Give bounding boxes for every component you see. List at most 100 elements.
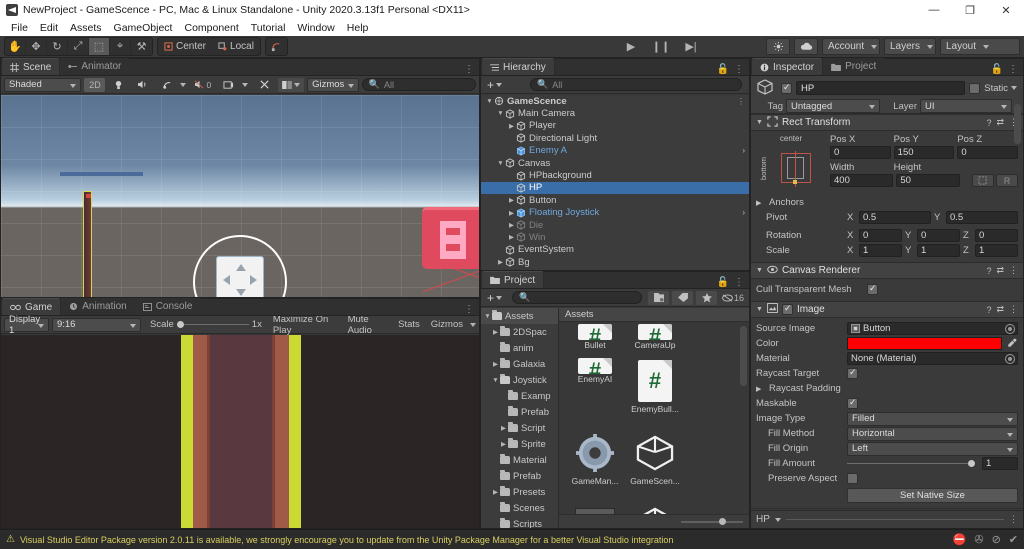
ready-check-icon[interactable]: ✔ xyxy=(1009,533,1018,546)
project-add-button[interactable]: + xyxy=(484,291,505,305)
move-tool-icon[interactable]: ✥ xyxy=(26,38,47,55)
hierarchy-item-floating-joystick[interactable]: ▶ Floating Joystick › xyxy=(481,207,749,219)
step-button[interactable]: ▶| xyxy=(676,38,706,55)
fill-method-dropdown[interactable]: Horizontal xyxy=(847,426,1018,441)
collapse-twisty-icon[interactable]: ▶ xyxy=(507,122,516,130)
asset-item[interactable]: Laser_Sho... xyxy=(567,502,623,514)
object-picker-icon[interactable] xyxy=(1005,324,1015,334)
hierarchy-item-enemy-a[interactable]: Enemy A › xyxy=(481,145,749,157)
asset-item[interactable]: # CameraUp xyxy=(627,324,683,356)
rotate-tool-icon[interactable]: ↻ xyxy=(47,38,68,55)
preset-icon[interactable]: ⇄ xyxy=(996,304,1004,315)
project-folder-2dspac[interactable]: ▶ 2DSpac xyxy=(481,324,558,340)
chevron-down-icon[interactable] xyxy=(470,322,476,327)
collapse-twisty-icon[interactable]: ▶ xyxy=(507,221,516,229)
custom-tool-icon[interactable]: ⚒ xyxy=(131,38,152,55)
scene-audio-count[interactable]: 0 xyxy=(189,78,215,92)
hierarchy-item-player[interactable]: ▶ Player xyxy=(481,120,749,132)
cull-transparent-mesh-checkbox[interactable] xyxy=(867,283,878,295)
asset-item[interactable]: # EnemyAI xyxy=(567,358,623,390)
preserve-aspect-checkbox[interactable] xyxy=(847,473,858,484)
expand-twisty-icon[interactable]: ▼ xyxy=(491,377,500,384)
scene-fx-icon[interactable] xyxy=(156,78,177,92)
hierarchy-item-main-camera[interactable]: ▼ Main Camera xyxy=(481,107,749,119)
game-viewport[interactable] xyxy=(1,335,479,528)
asset-items-container[interactable]: # Bullet # CameraUp # EnemyAI # EnemyBull... Gam… xyxy=(559,322,749,514)
project-hidden-count[interactable]: 16 xyxy=(720,291,746,305)
project-folder-joystick[interactable]: ▼ Joystick xyxy=(481,372,558,388)
component-menu-icon[interactable]: ⋮ xyxy=(1009,304,1018,315)
collapse-twisty-icon[interactable]: ▶ xyxy=(499,440,508,448)
scene-tools-icon[interactable] xyxy=(254,78,275,92)
help-icon[interactable]: ? xyxy=(986,266,991,276)
project-folder-material[interactable]: Material xyxy=(481,452,558,468)
project-folder-tree[interactable]: ▼ Assets ▶ 2DSpac anim ▶ Galaxia ▼ Joystick Exam… xyxy=(481,308,559,528)
collapse-twisty-icon[interactable]: ▶ xyxy=(491,488,500,496)
transform-tool-icon[interactable]: ⌖ xyxy=(110,38,131,55)
layers-dropdown[interactable]: Layers xyxy=(884,38,936,55)
grid-snap-icon[interactable] xyxy=(266,38,287,55)
asset-item[interactable]: Menu xyxy=(627,502,683,514)
component-header-image[interactable]: ▼ Image ? ⇄ ⋮ xyxy=(751,301,1023,318)
tab-game[interactable]: Game xyxy=(1,298,62,315)
object-name-input[interactable]: HP xyxy=(796,81,966,95)
object-picker-icon[interactable] xyxy=(1005,354,1015,364)
project-folder-assets[interactable]: ▼ Assets xyxy=(481,308,558,324)
tab-project-inspector[interactable]: Project xyxy=(823,58,885,75)
project-asset-grid[interactable]: Assets # Bullet # CameraUp # EnemyAI # EnemyBul… xyxy=(559,308,749,528)
scale-y-input[interactable]: 1 xyxy=(917,244,960,257)
display-dropdown[interactable]: Display 1 xyxy=(4,314,49,336)
scene-audio-icon[interactable] xyxy=(132,78,153,92)
collapse-twisty-icon[interactable]: ▼ xyxy=(756,267,763,274)
game-gizmos-button[interactable]: Gizmos xyxy=(431,319,463,330)
anchors-twisty-icon[interactable]: ▶ xyxy=(756,199,766,207)
preset-icon[interactable]: ⇄ xyxy=(996,117,1004,128)
inspector-footer-menu-icon[interactable]: ⋮ xyxy=(1009,514,1018,525)
cloud-icon[interactable] xyxy=(794,38,818,55)
scene-camera-icon[interactable] xyxy=(218,78,239,92)
raycast-target-checkbox[interactable] xyxy=(847,367,858,379)
minimize-button[interactable]: — xyxy=(916,0,952,20)
expand-twisty-icon[interactable]: ▼ xyxy=(496,110,505,117)
no-sync-icon[interactable]: ⊘ xyxy=(992,533,1001,546)
eyedropper-icon[interactable] xyxy=(1005,338,1018,350)
layout-dropdown[interactable]: Layout xyxy=(940,38,1020,55)
tag-dropdown[interactable]: Untagged xyxy=(786,99,880,113)
hierarchy-item-directional-light[interactable]: Directional Light xyxy=(481,132,749,144)
project-folder-sprite[interactable]: ▶ Sprite xyxy=(481,436,558,452)
asset-item[interactable]: GameScen... xyxy=(627,430,683,500)
tab-hierarchy[interactable]: Hierarchy xyxy=(481,58,555,75)
rot-y-input[interactable]: 0 xyxy=(917,229,960,242)
mute-audio-button[interactable]: Mute Audio xyxy=(348,314,388,336)
stats-button[interactable]: Stats xyxy=(398,319,420,330)
project-folder-prefab[interactable]: Prefab xyxy=(481,468,558,484)
scene-boss-object[interactable] xyxy=(422,207,479,269)
collapse-twisty-icon[interactable]: ▶ xyxy=(507,233,516,241)
menu-item-edit[interactable]: Edit xyxy=(34,20,64,36)
color-swatch[interactable] xyxy=(847,337,1002,350)
help-icon[interactable]: ? xyxy=(986,305,991,315)
asset-item[interactable]: # Bullet xyxy=(567,324,623,356)
fill-amount-slider[interactable] xyxy=(847,457,975,470)
tab-console[interactable]: Console xyxy=(134,298,201,315)
hierarchy-item-gamemanager[interactable]: GameManager xyxy=(481,268,749,270)
layer-dropdown[interactable]: UI xyxy=(920,99,1012,113)
scene-gizmo-view-icon[interactable] xyxy=(278,77,305,92)
project-folder-anim[interactable]: anim xyxy=(481,340,558,356)
project-folder-examp[interactable]: Examp xyxy=(481,388,558,404)
game-scale-slider[interactable] xyxy=(176,318,249,331)
project-panel-menu-icon[interactable]: ⋮ xyxy=(734,277,744,288)
scene-row-menu-icon[interactable]: ⋮ xyxy=(737,97,745,106)
tab-project[interactable]: Project xyxy=(481,271,545,288)
scene-joystick-pad[interactable] xyxy=(216,256,264,297)
chevron-down-icon[interactable] xyxy=(242,82,249,87)
scale-tool-icon[interactable]: ⤢ xyxy=(68,38,89,55)
scale-slider-knob[interactable] xyxy=(176,321,184,328)
lock-icon[interactable]: 🔓 xyxy=(991,64,1003,75)
hierarchy-item-canvas[interactable]: ▼ Canvas xyxy=(481,157,749,169)
component-menu-icon[interactable]: ⋮ xyxy=(1009,265,1018,276)
menu-item-tutorial[interactable]: Tutorial xyxy=(245,20,292,36)
hierarchy-item-win[interactable]: ▶ Win xyxy=(481,231,749,243)
no-collab-icon[interactable]: ⛔ xyxy=(953,533,967,546)
asset-item[interactable]: # EnemyBull... xyxy=(627,358,683,428)
